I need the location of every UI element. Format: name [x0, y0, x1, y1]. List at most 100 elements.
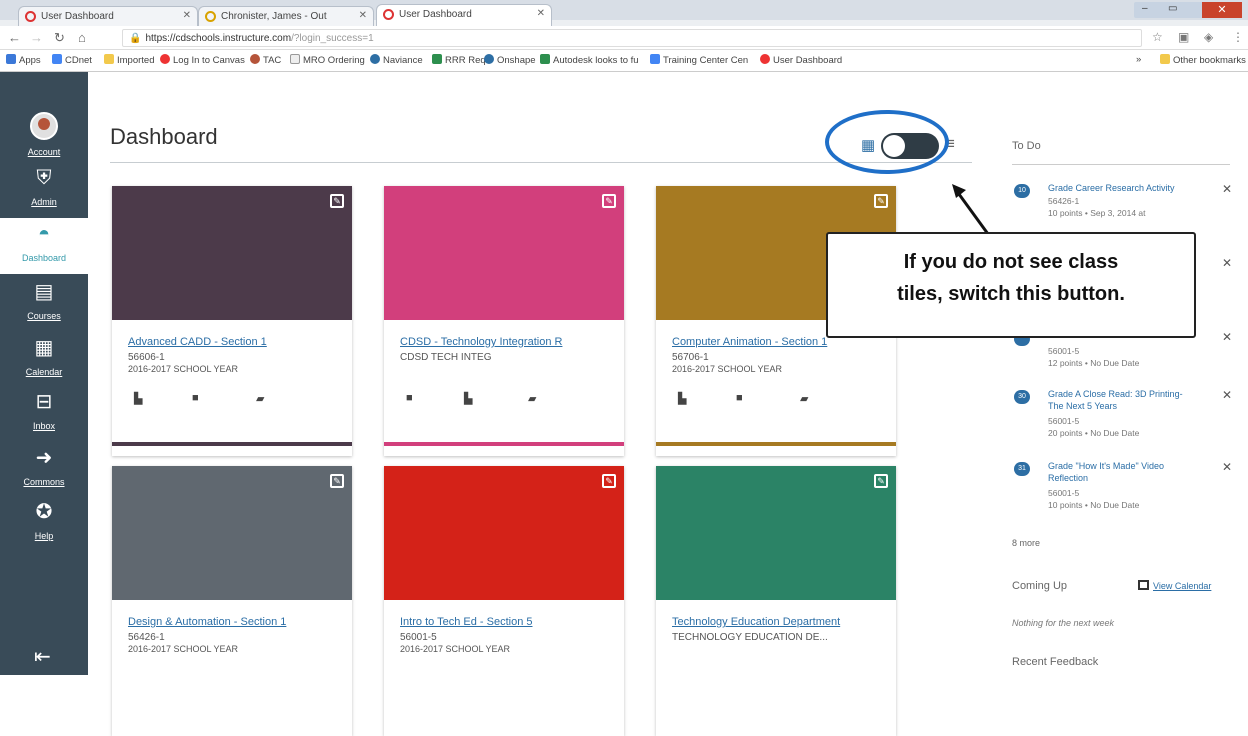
browser-tab-1[interactable]: User Dashboard ✕ [18, 6, 198, 26]
course-card[interactable]: ✎ CDSD - Technology Integration R CDSD T… [384, 186, 624, 456]
course-card[interactable]: ✎ Design & Automation - Section 1 56426-… [112, 466, 352, 736]
todo-meta: 10 points • No Due Date [1048, 500, 1140, 510]
card-hero[interactable] [656, 466, 896, 600]
bookmark-other[interactable]: Other bookmarks [1160, 54, 1246, 66]
announcements-icon[interactable]: ■ [406, 392, 413, 404]
minimize-icon[interactable]: – [1142, 3, 1148, 14]
view-calendar-link[interactable]: View Calendar [1138, 580, 1211, 591]
nav-label: Calendar [25, 367, 63, 377]
dismiss-icon[interactable]: ✕ [1222, 460, 1232, 474]
bookmark-naviance[interactable]: Naviance [370, 54, 423, 66]
todo-divider [1012, 164, 1230, 165]
bookmark-tac[interactable]: TAC [250, 54, 281, 66]
bookmarks-overflow[interactable]: » [1136, 54, 1141, 65]
tab-close-icon[interactable]: ✕ [359, 10, 367, 21]
card-actions: ▙ ■ ▰ [134, 392, 334, 406]
nav-admin[interactable]: ⛨ Admin [0, 162, 88, 218]
course-code: 56426-1 [128, 632, 165, 643]
tab-close-icon[interactable]: ✕ [183, 10, 191, 21]
back-icon[interactable]: ← [8, 30, 21, 45]
bookmark-imported[interactable]: Imported [104, 54, 155, 66]
edit-icon[interactable]: ✎ [330, 194, 344, 208]
assignments-icon[interactable]: ▙ [464, 392, 472, 405]
todo-item[interactable]: 31 Grade "How It's Made" Video Reflectio… [1012, 460, 1234, 522]
extension-icon[interactable]: ▣ [1178, 30, 1189, 44]
card-hero[interactable] [384, 466, 624, 600]
menu-icon[interactable]: ⋮ [1232, 30, 1244, 44]
course-term: 2016-2017 SCHOOL YEAR [128, 644, 239, 654]
reload-icon[interactable]: ↻ [54, 30, 65, 46]
todo-title-link[interactable]: Grade "How It's Made" Video Reflection [1048, 460, 1198, 484]
bookmark-cdnet[interactable]: CDnet [52, 54, 92, 66]
forward-icon[interactable]: → [30, 30, 43, 45]
edit-icon[interactable]: ✎ [874, 474, 888, 488]
nav-commons[interactable]: ➜ Commons [0, 442, 88, 498]
todo-title-link[interactable]: Grade Career Research Activity [1048, 182, 1198, 194]
bookmark-onshape[interactable]: Onshape [484, 54, 536, 66]
card-hero[interactable] [112, 466, 352, 600]
browser-tab-label: User Dashboard [41, 11, 114, 22]
course-name-link[interactable]: Design & Automation - Section 1 [128, 616, 286, 628]
files-folder-icon[interactable]: ▰ [528, 392, 536, 405]
url-field[interactable]: 🔒 https://cdschools.instructure.com/?logi… [122, 29, 1142, 47]
dismiss-icon[interactable]: ✕ [1222, 388, 1232, 402]
card-hero[interactable] [112, 186, 352, 320]
page-title: Dashboard [110, 124, 218, 149]
card-stripe [656, 442, 896, 446]
edit-icon[interactable]: ✎ [602, 474, 616, 488]
nav-account[interactable]: Account [0, 108, 88, 164]
star-icon[interactable]: ☆ [1152, 30, 1163, 44]
course-card[interactable]: ✎ Intro to Tech Ed - Section 5 56001-5 2… [384, 466, 624, 736]
bookmark-training[interactable]: Training Center Cen [650, 54, 748, 66]
announcements-icon[interactable]: ■ [736, 392, 743, 404]
todo-title-link[interactable]: Grade A Close Read: 3D Printing- The Nex… [1048, 388, 1198, 412]
course-name-link[interactable]: Technology Education Department [672, 616, 840, 628]
browser-tab-2[interactable]: Chronister, James - Out ✕ [198, 6, 374, 26]
browser-tab-3-active[interactable]: User Dashboard ✕ [376, 4, 552, 26]
collapse-nav-icon[interactable]: ⇤ [34, 644, 51, 669]
edit-icon[interactable]: ✎ [874, 194, 888, 208]
assignments-icon[interactable]: ▙ [678, 392, 686, 405]
nav-calendar[interactable]: ▦ Calendar [0, 332, 88, 388]
dismiss-icon[interactable]: ✕ [1222, 256, 1232, 270]
nav-inbox[interactable]: ⊟ Inbox [0, 386, 88, 442]
bookmark-user-dashboard[interactable]: User Dashboard [760, 54, 842, 66]
close-window-icon[interactable]: ✕ [1202, 2, 1242, 18]
course-card[interactable]: ✎ Advanced CADD - Section 1 56606-1 2016… [112, 186, 352, 456]
extension-icon-2[interactable]: ◈ [1204, 30, 1213, 44]
annotation-callout: If you do not see class tiles, switch th… [826, 232, 1196, 338]
card-actions: ■ ▙ ▰ [406, 392, 606, 406]
todo-item[interactable]: 30 Grade A Close Read: 3D Printing- The … [1012, 388, 1234, 450]
files-folder-icon[interactable]: ▰ [800, 392, 808, 405]
nav-label: Courses [27, 311, 61, 321]
nav-dashboard[interactable]: ◓ Dashboard [0, 218, 88, 274]
edit-icon[interactable]: ✎ [330, 474, 344, 488]
card-hero[interactable] [384, 186, 624, 320]
todo-item[interactable]: 10 Grade Career Research Activity 56426-… [1012, 182, 1234, 228]
bookmark-mro[interactable]: MRO Ordering [290, 54, 365, 66]
course-name-link[interactable]: Intro to Tech Ed - Section 5 [400, 616, 532, 628]
bookmark-rrr[interactable]: RRR Req [432, 54, 486, 66]
edit-icon[interactable]: ✎ [602, 194, 616, 208]
course-name-link[interactable]: Advanced CADD - Section 1 [128, 336, 267, 348]
url-host: https://cdschools.instructure.com [145, 33, 292, 44]
dismiss-icon[interactable]: ✕ [1222, 330, 1232, 344]
assignments-icon[interactable]: ▙ [134, 392, 142, 405]
todo-count-badge: 31 [1014, 462, 1030, 476]
bookmark-autodesk[interactable]: Autodesk looks to fu [540, 54, 639, 66]
tab-close-icon[interactable]: ✕ [537, 8, 545, 19]
course-name-link[interactable]: CDSD - Technology Integration R [400, 336, 562, 348]
nav-help[interactable]: ✪ Help [0, 496, 88, 552]
show-more-link[interactable]: 8 more [1012, 538, 1040, 548]
home-icon[interactable]: ⌂ [78, 30, 86, 45]
files-folder-icon[interactable]: ▰ [256, 392, 264, 405]
bookmark-login-canvas[interactable]: Log In to Canvas [160, 54, 245, 66]
announcements-icon[interactable]: ■ [192, 392, 199, 404]
course-card[interactable]: ✎ Technology Education Department TECHNO… [656, 466, 896, 736]
nav-courses[interactable]: ▤ Courses [0, 276, 88, 332]
todo-meta: 12 points • No Due Date [1048, 358, 1140, 368]
maximize-icon[interactable]: ▭ [1168, 3, 1177, 14]
dismiss-icon[interactable]: ✕ [1222, 182, 1232, 196]
bookmark-apps[interactable]: Apps [6, 54, 41, 66]
course-name-link[interactable]: Computer Animation - Section 1 [672, 336, 827, 348]
